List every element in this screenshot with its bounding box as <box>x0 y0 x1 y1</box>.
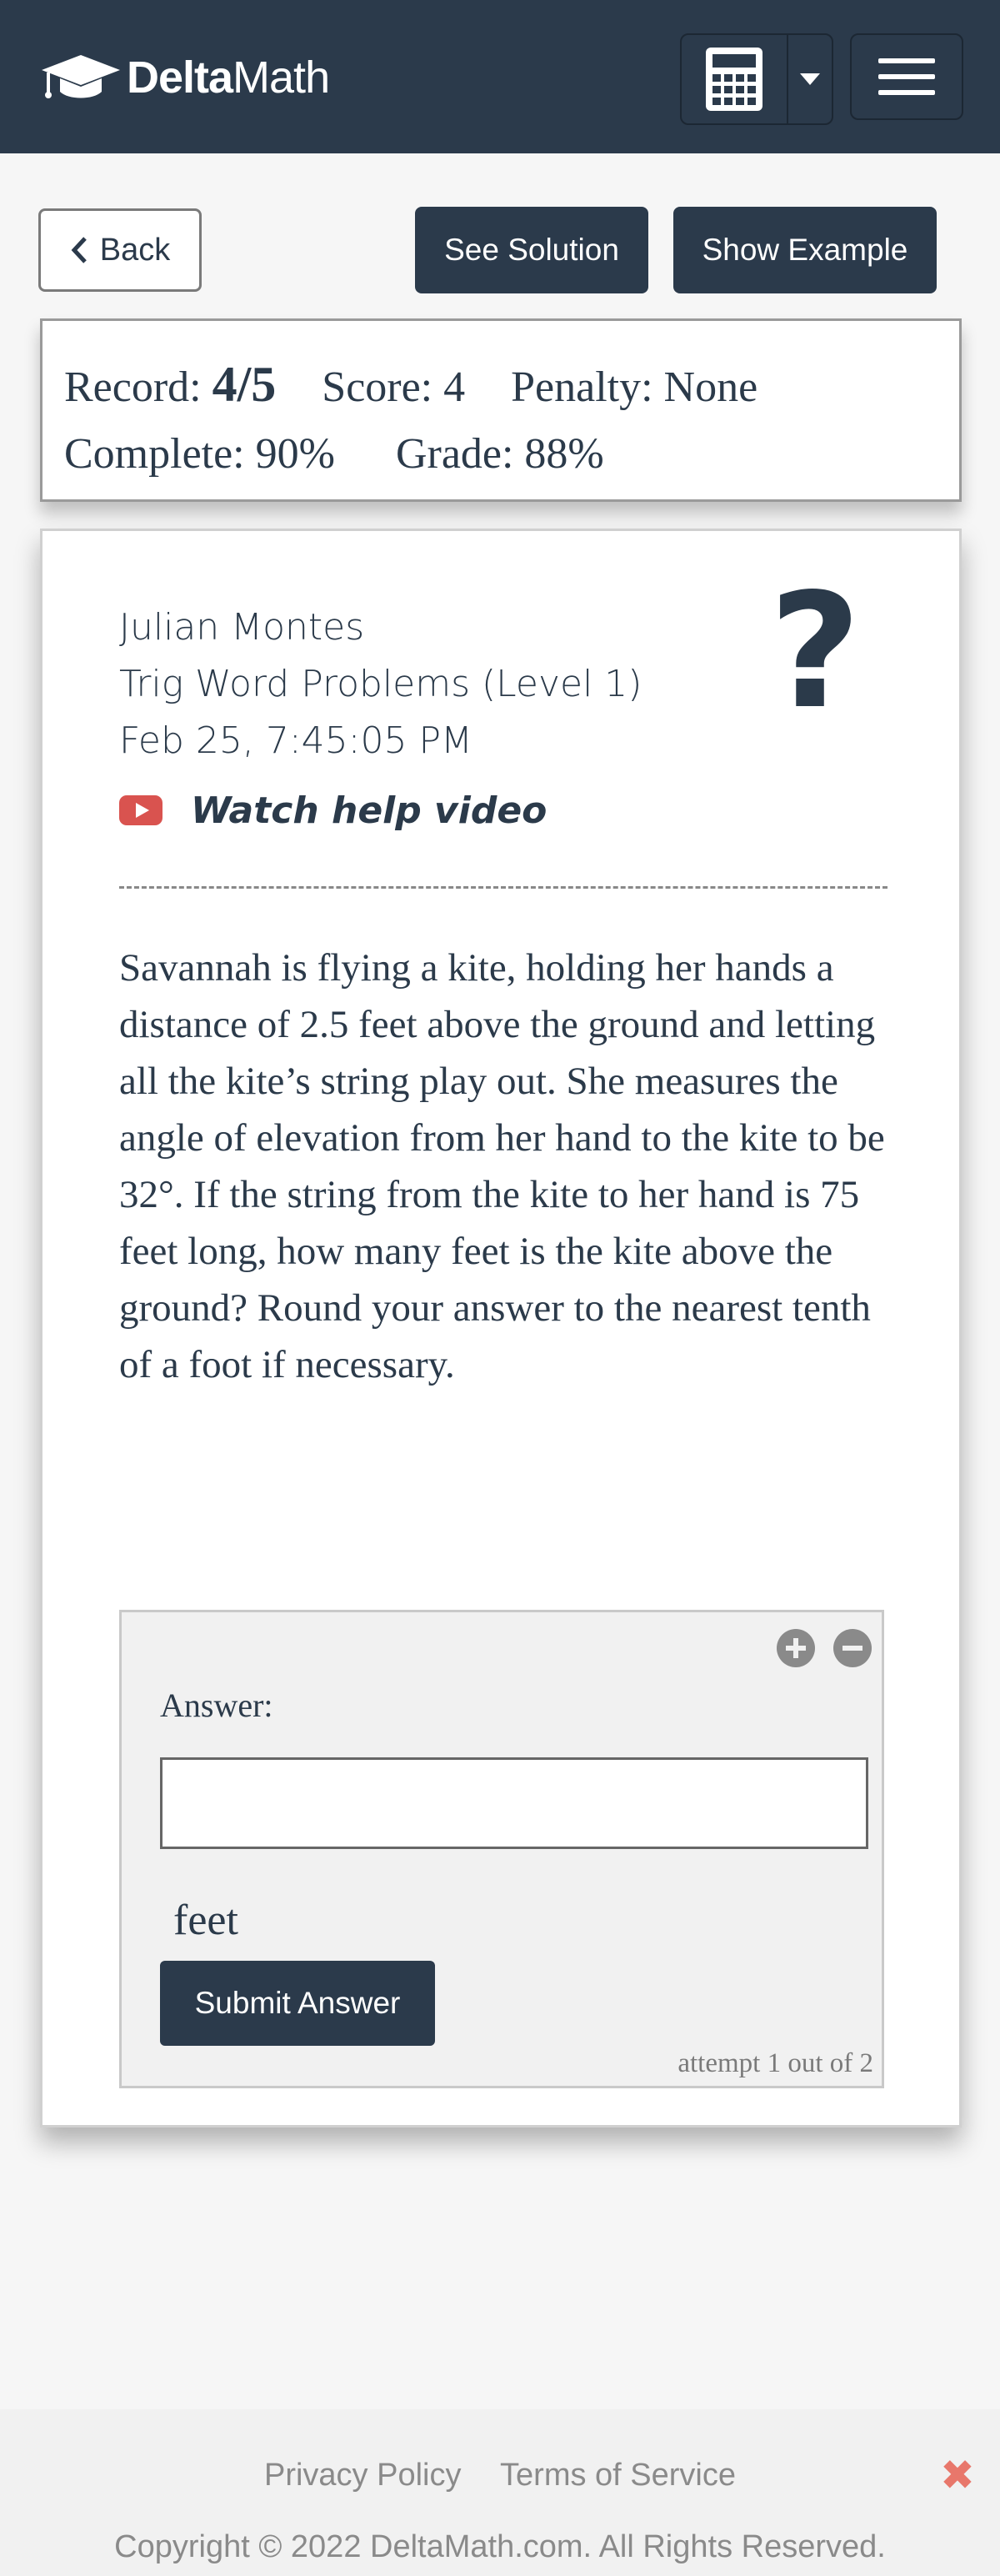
hamburger-menu-button[interactable] <box>850 33 963 120</box>
problem-card: Julian Montes Trig Word Problems (Level … <box>40 529 962 2127</box>
calculator-icon <box>706 48 762 111</box>
chevron-left-icon <box>71 237 87 263</box>
problem-text: Savannah is flying a kite, holding her h… <box>119 946 885 1386</box>
back-button[interactable]: Back <box>38 208 202 292</box>
close-icon[interactable]: ✖ <box>940 2451 975 2499</box>
answer-box: Answer: feet Submit Answer attempt 1 out… <box>119 1610 884 2088</box>
terms-of-service-link[interactable]: Terms of Service <box>500 2458 736 2493</box>
grade-stat: Grade: 88% <box>395 430 604 478</box>
calculator-button[interactable] <box>682 35 788 123</box>
show-example-button[interactable]: Show Example <box>673 207 937 293</box>
help-video-label: Watch help video <box>191 789 548 832</box>
back-button-label: Back <box>99 232 171 268</box>
graduation-cap-icon <box>42 55 120 98</box>
problem-timestamp: Feb 25, 7:45:05 PM <box>119 719 472 762</box>
problem-meta: Julian Montes Trig Word Problems (Level … <box>119 599 642 769</box>
calculator-dropdown-toggle[interactable] <box>788 35 832 123</box>
zoom-in-icon[interactable] <box>777 1629 815 1667</box>
footer-links: Privacy Policy Terms of Service <box>0 2458 1000 2493</box>
answer-input[interactable] <box>160 1757 868 1849</box>
hamburger-menu-icon-bar <box>878 90 935 95</box>
record-panel: Record: 4/5 Score: 4 Penalty: None Compl… <box>40 318 962 502</box>
complete-stat: Complete: 90% <box>64 430 335 478</box>
attempt-counter: attempt 1 out of 2 <box>678 2048 873 2078</box>
caret-down-icon <box>800 73 820 85</box>
question-mark-icon[interactable]: ? <box>769 573 861 731</box>
top-navbar: DeltaMath <box>0 0 1000 153</box>
divider <box>119 886 888 889</box>
score-stat: Score: 4 <box>322 363 466 411</box>
brand-name: DeltaMath <box>127 53 330 103</box>
copyright-text: Copyright © 2022 DeltaMath.com. All Righ… <box>114 2529 886 2564</box>
answer-units: feet <box>173 1897 238 1944</box>
see-solution-button[interactable]: See Solution <box>415 207 648 293</box>
deltamath-logo[interactable]: DeltaMath <box>40 48 330 107</box>
penalty-stat: Penalty: None <box>511 363 758 411</box>
submit-answer-button[interactable]: Submit Answer <box>160 1961 435 2046</box>
privacy-policy-link[interactable]: Privacy Policy <box>264 2458 462 2493</box>
zoom-out-icon[interactable] <box>833 1629 872 1667</box>
record-stat: Record: 4/5 <box>64 357 277 412</box>
youtube-icon <box>119 795 162 825</box>
footer: Privacy Policy Terms of Service Copyrigh… <box>0 2409 1000 2576</box>
hamburger-menu-icon <box>878 58 935 63</box>
calculator-button-group <box>680 33 833 125</box>
skill-name: Trig Word Problems (Level 1) <box>119 663 642 705</box>
student-name: Julian Montes <box>119 606 365 649</box>
record-row-2: Complete: 90% Grade: 88% <box>64 421 959 488</box>
record-row-1: Record: 4/5 Score: 4 Penalty: None <box>64 351 959 421</box>
watch-help-video-link[interactable]: Watch help video <box>119 781 547 839</box>
record-value: 4/5 <box>212 357 277 412</box>
hamburger-menu-icon-bar <box>878 74 935 79</box>
answer-label: Answer: <box>160 1686 273 1724</box>
